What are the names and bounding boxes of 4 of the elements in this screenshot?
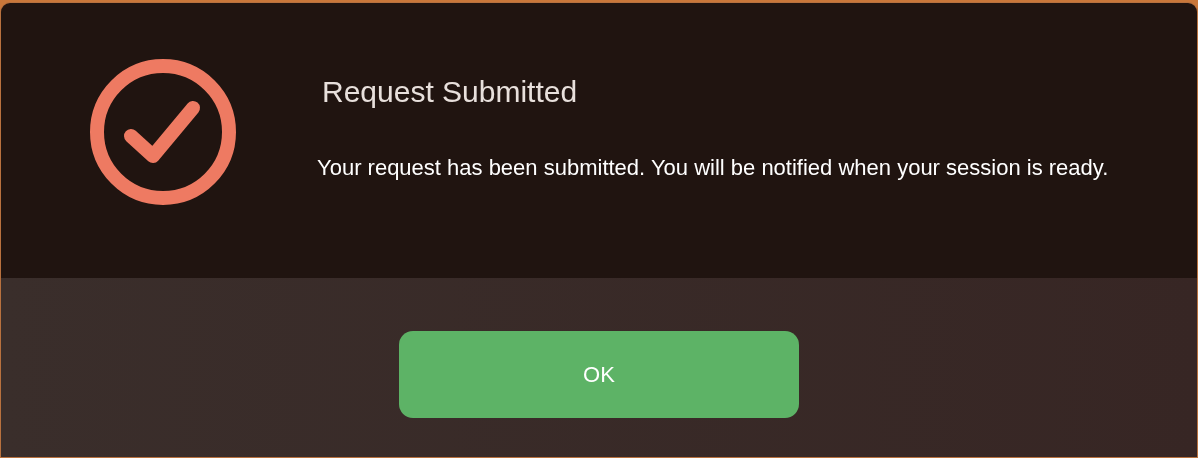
- ok-button[interactable]: OK: [399, 331, 799, 418]
- dialog-title: Request Submitted: [321, 74, 579, 110]
- dialog-message: Your request has been submitted. You will be notified when your session is ready.: [317, 154, 1110, 182]
- checkmark-icon: [89, 58, 237, 206]
